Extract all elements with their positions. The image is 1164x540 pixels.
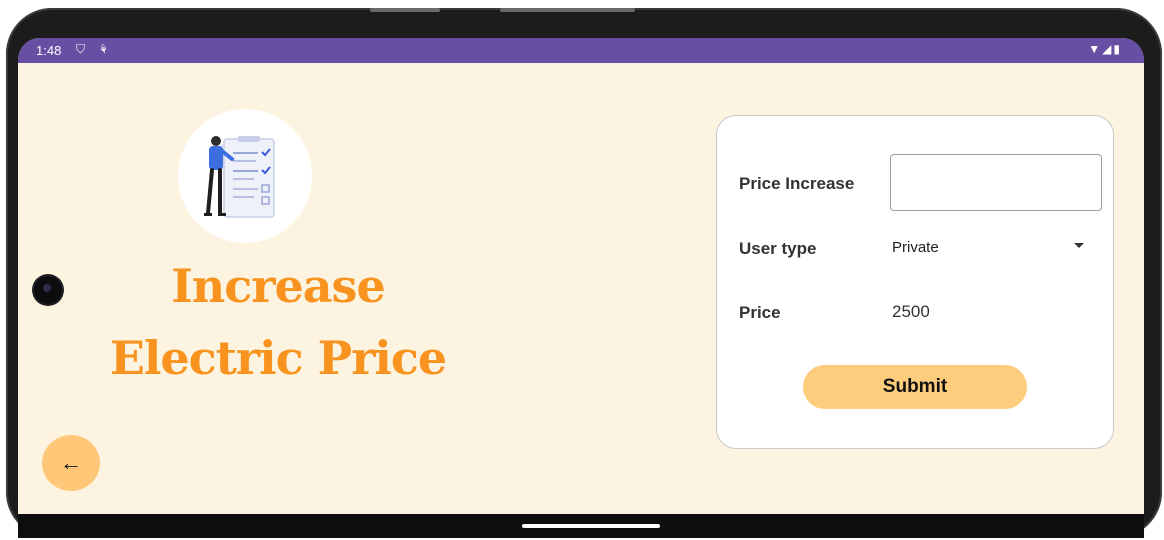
status-bar: 1:48 ⛉ ⚘ ▼◢▮ bbox=[18, 38, 1144, 63]
home-indicator[interactable] bbox=[522, 524, 660, 528]
page-title-line: Increase bbox=[171, 259, 385, 313]
status-time: 1:48 bbox=[36, 43, 62, 58]
arrow-left-icon: ← bbox=[60, 450, 82, 475]
clipboard-checklist-illustration-icon bbox=[178, 109, 312, 243]
bezel-button bbox=[500, 8, 635, 12]
front-camera bbox=[34, 276, 62, 304]
status-signal-battery-icons: ▼◢▮ bbox=[1088, 42, 1122, 56]
bezel-button bbox=[370, 8, 440, 12]
user-type-label: User type bbox=[739, 239, 817, 258]
price-increase-label: Price Increase bbox=[739, 174, 855, 193]
back-button[interactable]: ← bbox=[42, 435, 100, 491]
price-value: 2500 bbox=[892, 302, 930, 321]
app-screen: 1:48 ⛉ ⚘ ▼◢▮ Increase Electric Price ← P… bbox=[18, 38, 1144, 514]
page-title-line: Electric Price bbox=[109, 331, 447, 385]
user-type-select[interactable]: Private bbox=[892, 239, 939, 256]
navigation-bar bbox=[18, 514, 1144, 538]
price-increase-input[interactable] bbox=[890, 154, 1102, 211]
price-form-card: Price Increase User type Private Price 2… bbox=[716, 115, 1114, 449]
chevron-down-icon[interactable] bbox=[1074, 243, 1084, 248]
device-frame: 1:48 ⛉ ⚘ ▼◢▮ Increase Electric Price ← P… bbox=[0, 0, 1164, 540]
price-label: Price bbox=[739, 303, 781, 322]
submit-button[interactable]: Submit bbox=[803, 365, 1027, 409]
page-title: Increase Electric Price bbox=[58, 250, 498, 394]
status-notification-icons: ⛉ ⚘ bbox=[76, 42, 113, 56]
